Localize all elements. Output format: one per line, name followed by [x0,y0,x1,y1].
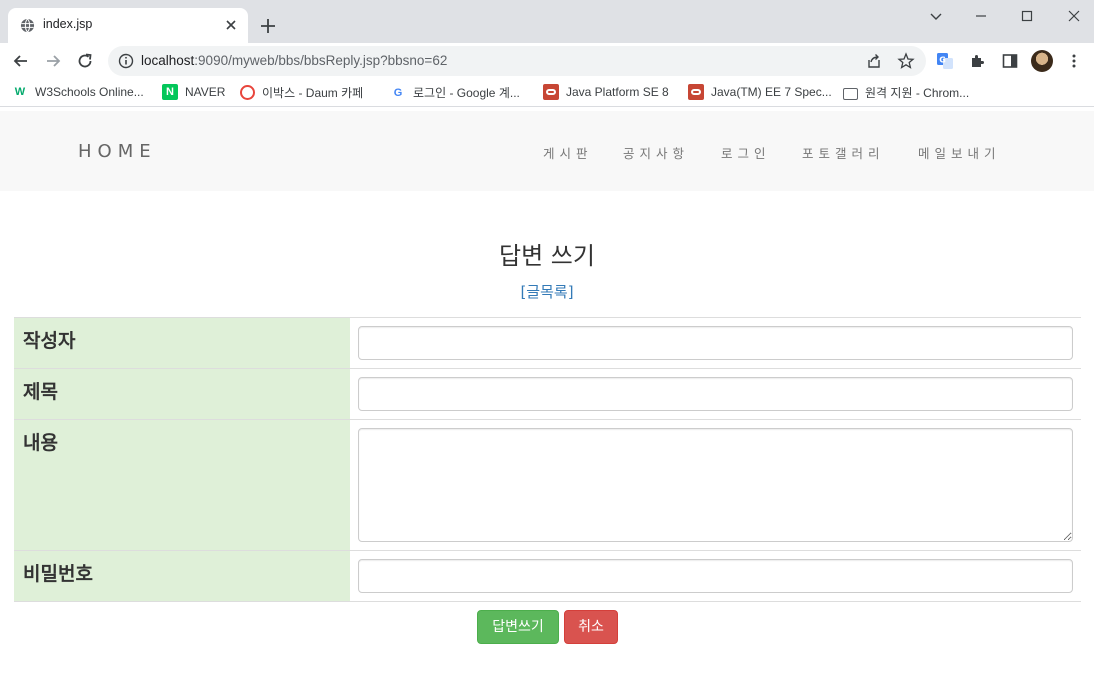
back-arrow-icon[interactable] [12,52,30,70]
info-icon[interactable] [118,53,134,69]
google-icon: G [393,86,403,99]
close-window-icon[interactable] [1066,8,1082,24]
oracle-icon [543,84,559,100]
naver-icon: N [162,84,178,100]
side-panel-icon[interactable] [1001,52,1019,70]
w3schools-icon: W [14,86,26,98]
bookmark-google-login[interactable]: G 로그인 - Google 계... [390,84,520,102]
url-text: localhost:9090/myweb/bbs/bbsReply.jsp?bb… [141,53,448,68]
password-input[interactable] [358,559,1073,593]
content-label: 내용 [14,419,350,551]
form-row-password: 비밀번호 [14,550,1081,602]
profile-avatar[interactable] [1031,50,1053,72]
list-link[interactable]: [글목록] [0,281,1094,302]
menu-login[interactable]: 로그인 [721,143,771,162]
content-textarea[interactable] [358,428,1073,542]
browser-tab[interactable]: index.jsp [8,8,248,43]
bookmark-w3schools[interactable]: W W3Schools Online... [12,84,144,102]
remote-desktop-icon [843,87,858,100]
new-tab-icon[interactable] [259,17,277,35]
brand-home-link[interactable]: HOME [78,141,157,162]
writer-label: 작성자 [14,317,350,369]
bookmark-remote-support[interactable]: 원격 지원 - Chrom... [843,84,969,102]
form-row-writer: 작성자 [14,317,1081,369]
menu-photo-gallery[interactable]: 포토갤러리 [802,143,885,162]
reply-form-table: 작성자 제목 내용 비밀번호 [14,317,1081,602]
browser-tab-strip: index.jsp [0,0,1094,43]
extensions-icon[interactable] [969,52,987,70]
form-row-content: 내용 [14,419,1081,551]
bookmark-naver[interactable]: N NAVER [162,84,225,102]
subject-label: 제목 [14,368,350,420]
star-icon[interactable] [897,52,915,70]
browser-toolbar: localhost:9090/myweb/bbs/bbsReply.jsp?bb… [0,43,1094,79]
translate-icon[interactable]: G [936,52,954,70]
writer-input[interactable] [358,326,1073,360]
minimize-icon[interactable] [973,8,989,24]
daum-icon [240,85,255,100]
globe-icon [20,18,35,33]
bookmark-daum-cafe[interactable]: 이박스 - Daum 카페 [240,84,363,102]
forward-arrow-icon[interactable] [44,52,62,70]
share-icon[interactable] [865,52,883,70]
password-label: 비밀번호 [14,550,350,602]
close-tab-icon[interactable] [223,17,239,33]
menu-send-mail[interactable]: 메일보내기 [918,143,1001,162]
page-title: 답변 쓰기 [499,242,595,270]
svg-text:G: G [939,56,946,65]
site-navbar: HOME 게시판 공지사항 로그인 포토갤러리 메일보내기 [0,111,1094,191]
maximize-icon[interactable] [1019,8,1035,24]
cancel-button[interactable]: 취소 [564,610,618,644]
bookmark-java-se8[interactable]: Java Platform SE 8 [543,84,669,102]
submit-reply-button[interactable]: 답변쓰기 [477,610,559,644]
form-row-subject: 제목 [14,368,1081,420]
address-bar[interactable]: localhost:9090/myweb/bbs/bbsReply.jsp?bb… [108,46,926,76]
tab-search-icon[interactable] [928,8,944,24]
subject-input[interactable] [358,377,1073,411]
menu-board[interactable]: 게시판 [543,143,593,162]
tab-title: index.jsp [43,17,93,31]
oracle-icon [688,84,704,100]
more-menu-icon[interactable] [1065,52,1083,70]
menu-notice[interactable]: 공지사항 [623,143,689,162]
bookmark-java-ee7[interactable]: Java(TM) EE 7 Spec... [688,84,832,102]
reload-icon[interactable] [76,52,94,70]
bookmarks-bar: W W3Schools Online... N NAVER 이박스 - Daum 카… [0,79,1094,107]
